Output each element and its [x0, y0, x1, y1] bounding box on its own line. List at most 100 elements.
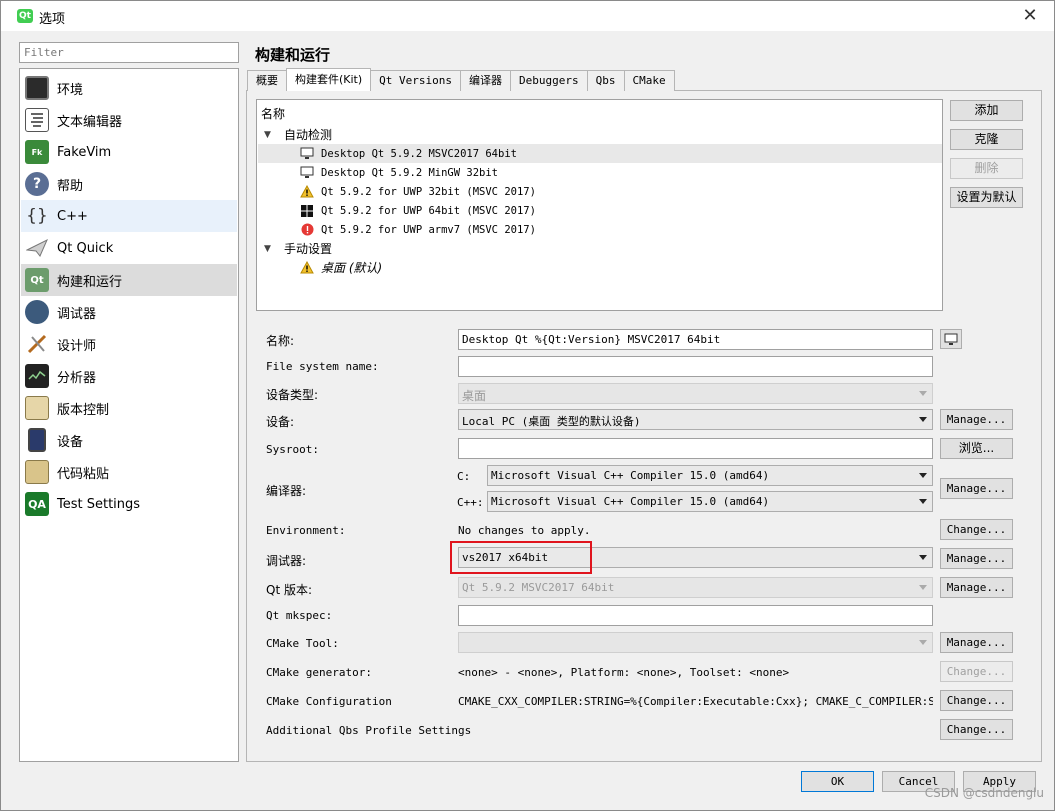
paper-plane-icon — [25, 236, 49, 260]
sidebar-item-analyzer[interactable]: 分析器 — [21, 360, 237, 392]
chevron-down-icon — [919, 640, 927, 645]
compiler-c-label: C: — [457, 470, 471, 483]
sidebar-item-test-settings[interactable]: QA Test Settings — [21, 488, 237, 520]
environment-change-button[interactable]: Change... — [940, 519, 1013, 540]
sidebar-item-devices[interactable]: 设备 — [21, 424, 237, 456]
tab-compilers[interactable]: 编译器 — [460, 70, 512, 91]
cmake-tool-combo[interactable] — [458, 632, 933, 653]
cmake-generator-change-button[interactable]: Change... — [940, 661, 1013, 682]
environment-label: Environment: — [266, 524, 346, 537]
sysroot-browse-button[interactable]: 浏览... — [940, 438, 1013, 459]
window-title: 选项 — [39, 12, 66, 27]
set-default-kit-button[interactable]: 设置为默认 — [950, 187, 1023, 208]
tab-qt-versions[interactable]: Qt Versions — [370, 70, 462, 91]
warning-icon — [300, 261, 314, 275]
kit-row[interactable]: Desktop Qt 5.9.2 MinGW 32bit — [258, 163, 942, 182]
cmake-config-change-button[interactable]: Change... — [940, 690, 1013, 711]
device-icon — [28, 428, 46, 452]
cmake-config-value: CMAKE_CXX_COMPILER:STRING=%{Compiler:Exe… — [458, 695, 933, 708]
kit-row[interactable]: Qt 5.9.2 for UWP 32bit (MSVC 2017) — [258, 182, 942, 201]
sysroot-input[interactable] — [458, 438, 933, 459]
sidebar-item-debugger[interactable]: 调试器 — [21, 296, 237, 328]
chevron-down-icon — [919, 417, 927, 422]
error-icon — [300, 223, 314, 237]
tab-overview[interactable]: 概要 — [247, 70, 287, 91]
remove-kit-button[interactable]: 删除 — [950, 158, 1023, 179]
filter-input[interactable]: Filter — [19, 42, 239, 63]
close-icon[interactable]: ✕ — [1020, 6, 1040, 26]
device-label: 设备: — [266, 415, 295, 429]
analyzer-icon — [25, 364, 49, 388]
cmake-tool-manage-button[interactable]: Manage... — [940, 632, 1013, 653]
qbs-profile-change-button[interactable]: Change... — [940, 719, 1013, 740]
kit-name-input[interactable]: Desktop Qt %{Qt:Version} MSVC2017 64bit — [458, 329, 933, 350]
cmake-config-label: CMake Configuration — [266, 695, 392, 708]
compiler-manage-button[interactable]: Manage... — [940, 478, 1013, 499]
sidebar-item-text-editor[interactable]: 文本编辑器 — [21, 104, 237, 136]
cmake-generator-label: CMake generator: — [266, 666, 372, 679]
name-label: 名称: — [266, 334, 295, 348]
watermark: CSDN @csdndenglu — [924, 786, 1044, 800]
qa-icon: QA — [25, 492, 49, 516]
sidebar-item-designer[interactable]: 设计师 — [21, 328, 237, 360]
clone-kit-button[interactable]: 克隆 — [950, 129, 1023, 150]
kit-row[interactable]: 桌面 (默认) — [258, 258, 942, 277]
monitor-icon — [300, 166, 314, 180]
designer-icon — [25, 332, 49, 356]
qt-version-manage-button[interactable]: Manage... — [940, 577, 1013, 598]
kit-row[interactable]: Qt 5.9.2 for UWP 64bit (MSVC 2017) — [258, 201, 942, 220]
chevron-down-icon[interactable]: ▼ — [264, 244, 274, 254]
qt-mkspec-label: Qt mkspec: — [266, 609, 333, 622]
debugger-manage-button[interactable]: Manage... — [940, 548, 1013, 569]
add-kit-button[interactable]: 添加 — [950, 100, 1023, 121]
options-dialog: Qt 选项 ✕ Filter 环境 文本编辑器 Fk FakeVim ? 帮助 … — [0, 0, 1055, 811]
device-type-label: 设备类型: — [266, 388, 319, 402]
debugger-icon — [25, 300, 49, 324]
page-title: 构建和运行 — [255, 46, 331, 64]
sidebar-item-environment[interactable]: 环境 — [21, 72, 237, 104]
device-combo[interactable]: Local PC (桌面 类型的默认设备) — [458, 409, 933, 430]
sidebar-item-code-paste[interactable]: 代码粘贴 — [21, 456, 237, 488]
environment-value: No changes to apply. — [458, 524, 591, 537]
qt-version-label: Qt 版本: — [266, 583, 313, 597]
device-type-combo[interactable]: 桌面 — [458, 383, 933, 404]
ok-button[interactable]: OK — [801, 771, 874, 792]
compiler-c-combo[interactable]: Microsoft Visual C++ Compiler 15.0 (amd6… — [487, 465, 933, 486]
chevron-down-icon — [919, 391, 927, 396]
debugger-combo[interactable]: vs2017 x64bit — [458, 547, 933, 568]
text-editor-icon — [25, 108, 49, 132]
sidebar-item-cpp[interactable]: {} C++ — [21, 200, 237, 232]
qbs-profile-label: Additional Qbs Profile Settings — [266, 724, 472, 737]
qt-version-combo[interactable]: Qt 5.9.2 MSVC2017 64bit — [458, 577, 933, 598]
tree-group-auto[interactable]: ▼ 自动检测 — [258, 125, 942, 144]
kit-tree[interactable]: 名称 ▼ 自动检测 Desktop Qt 5.9.2 MSVC2017 64bi… — [256, 99, 943, 311]
cmake-tool-label: CMake Tool: — [266, 637, 339, 650]
qt-logo-icon: Qt — [17, 9, 33, 23]
version-control-icon — [25, 396, 49, 420]
tree-group-manual[interactable]: ▼ 手动设置 — [258, 239, 942, 258]
cmake-generator-value: <none> - <none>, Platform: <none>, Tools… — [458, 666, 790, 679]
chevron-down-icon — [919, 555, 927, 560]
kit-icon-button[interactable] — [940, 329, 962, 349]
windows-icon — [300, 204, 314, 218]
sidebar-item-help[interactable]: ? 帮助 — [21, 168, 237, 200]
kit-row[interactable]: Qt 5.9.2 for UWP armv7 (MSVC 2017) — [258, 220, 942, 239]
sidebar-item-qt-quick[interactable]: Qt Quick — [21, 232, 237, 264]
tab-debuggers[interactable]: Debuggers — [510, 70, 588, 91]
tab-qbs[interactable]: Qbs — [586, 70, 625, 91]
help-icon: ? — [25, 172, 49, 196]
device-manage-button[interactable]: Manage... — [940, 409, 1013, 430]
chevron-down-icon[interactable]: ▼ — [264, 130, 274, 140]
category-list: 环境 文本编辑器 Fk FakeVim ? 帮助 {} C++ Qt Quick — [19, 68, 239, 762]
kit-row[interactable]: Desktop Qt 5.9.2 MSVC2017 64bit — [258, 144, 942, 163]
tree-header-name: 名称 — [261, 107, 286, 121]
compiler-cxx-combo[interactable]: Microsoft Visual C++ Compiler 15.0 (amd6… — [487, 491, 933, 512]
qt-mkspec-input[interactable] — [458, 605, 933, 626]
sidebar-item-version-control[interactable]: 版本控制 — [21, 392, 237, 424]
tab-kits[interactable]: 构建套件(Kit) — [286, 68, 372, 91]
sidebar-item-fakevim[interactable]: Fk FakeVim — [21, 136, 237, 168]
tab-cmake[interactable]: CMake — [623, 70, 675, 91]
sidebar-item-build-run[interactable]: Qt 构建和运行 — [21, 264, 237, 296]
monitor-icon — [25, 76, 49, 100]
fs-name-input[interactable] — [458, 356, 933, 377]
